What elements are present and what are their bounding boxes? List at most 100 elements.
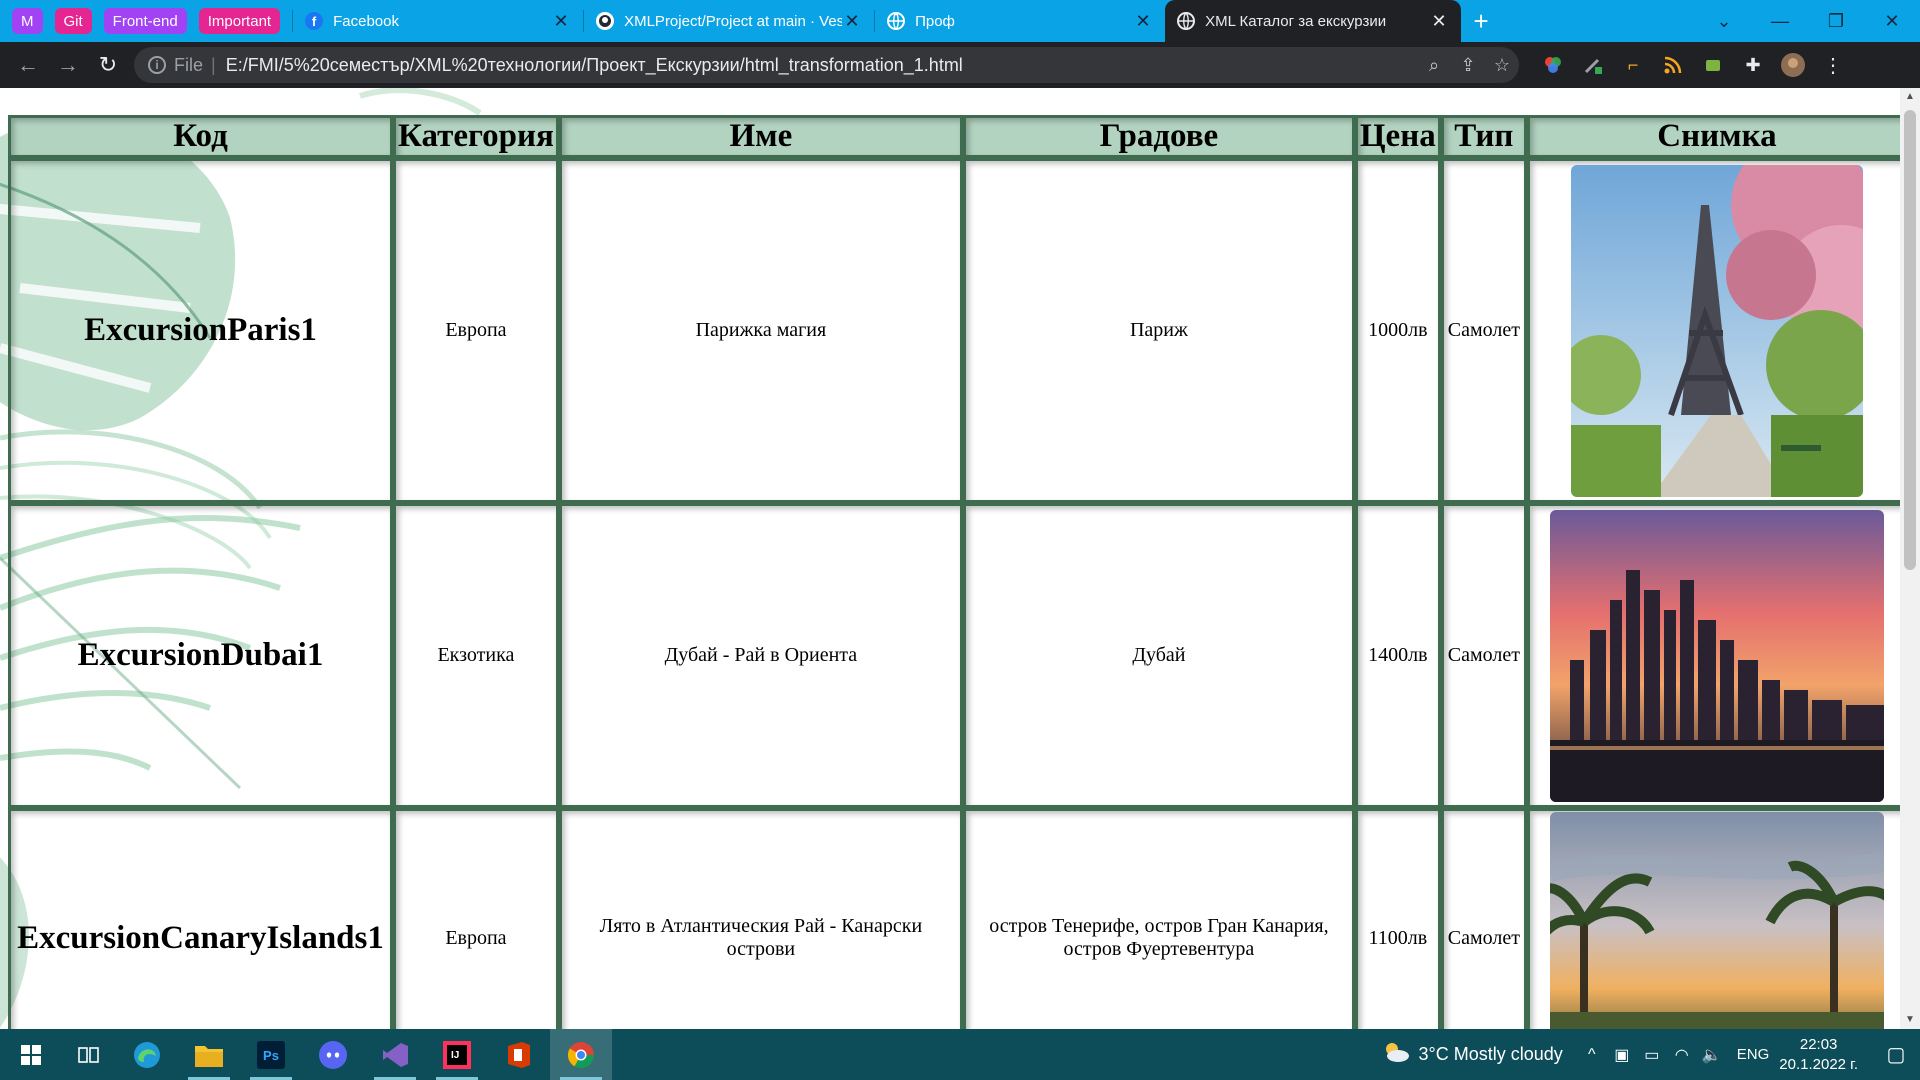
- system-tray: 3°C Mostly cloudy ^ ▣ ▭ ◠ 🔈 ENG 22:03 20…: [1381, 1029, 1920, 1080]
- edge-browser-icon[interactable]: [116, 1029, 178, 1080]
- discord-icon[interactable]: [302, 1029, 364, 1080]
- tab-group-label: Front-end: [112, 12, 178, 30]
- file-explorer-icon[interactable]: [178, 1029, 240, 1080]
- cell-type: Самолет: [1440, 503, 1527, 808]
- cell-price: 1400лв: [1354, 503, 1441, 808]
- reload-button[interactable]: ↻: [88, 45, 128, 85]
- scroll-down-arrow[interactable]: ▼: [1900, 1011, 1920, 1029]
- cell-category: Екзотика: [393, 503, 559, 808]
- office-icon[interactable]: [488, 1029, 550, 1080]
- volume-icon[interactable]: 🔈: [1697, 1045, 1727, 1065]
- tab-strip: M Git Front-end Important f Facebook ✕ X…: [0, 0, 1920, 42]
- tab-group-label: Important: [207, 12, 272, 30]
- weather-cloud-icon[interactable]: [1381, 1040, 1411, 1069]
- tab-group-label: M: [21, 12, 34, 30]
- url-text[interactable]: E:/FMI/5%20семестър/XML%20технологии/Про…: [226, 55, 1417, 76]
- tab-title: Facebook: [333, 12, 399, 30]
- tab-prof[interactable]: Проф ✕: [875, 0, 1165, 42]
- cell-photo: [1526, 503, 1907, 808]
- share-icon[interactable]: ⇪: [1451, 55, 1485, 76]
- excursions-table: Код Категория Име Градове Цена Тип Снимк…: [8, 115, 1907, 1029]
- browser-toolbar: ← → ↻ i File | E:/FMI/5%20семестър/XML%2…: [0, 42, 1920, 88]
- close-icon[interactable]: ✕: [842, 11, 862, 32]
- column-header-cities: Градове: [962, 115, 1355, 158]
- tab-title: Проф: [915, 12, 955, 30]
- pen-extension-icon[interactable]: [1573, 45, 1613, 85]
- minimize-button[interactable]: —: [1752, 0, 1808, 42]
- cell-cities: Дубай: [962, 503, 1355, 808]
- close-window-button[interactable]: ✕: [1864, 0, 1920, 42]
- canary-palms-sunset-photo: [1549, 812, 1884, 1029]
- intellij-idea-icon[interactable]: IJ: [426, 1029, 488, 1080]
- svg-text:f: f: [312, 14, 317, 29]
- forward-button[interactable]: →: [48, 45, 88, 85]
- notifications-icon[interactable]: ▢: [1872, 1042, 1920, 1067]
- visual-studio-icon[interactable]: [364, 1029, 426, 1080]
- bookmark-star-icon[interactable]: ☆: [1485, 55, 1519, 76]
- globe-icon: [1177, 12, 1196, 30]
- start-button[interactable]: [0, 1029, 62, 1080]
- hammer-extension-icon[interactable]: ⌐: [1613, 45, 1653, 85]
- url-scheme: File: [174, 54, 204, 75]
- scroll-up-arrow[interactable]: ▲: [1900, 88, 1920, 106]
- rss-icon[interactable]: [1653, 45, 1693, 85]
- task-view-icon[interactable]: [62, 1029, 116, 1080]
- color-picker-extension-icon[interactable]: [1533, 45, 1573, 85]
- tab-group-front-end[interactable]: Front-end: [103, 8, 187, 34]
- cell-code: ExcursionParis1: [8, 158, 393, 503]
- cell-code: ExcursionDubai1: [8, 503, 393, 808]
- tab-group-label: Git: [63, 12, 83, 30]
- cell-photo: [1526, 158, 1907, 503]
- cell-type: Самолет: [1440, 158, 1527, 503]
- scrollbar-thumb[interactable]: [1904, 110, 1916, 570]
- close-icon[interactable]: ✕: [551, 11, 571, 32]
- clock-time: 22:03: [1799, 1035, 1838, 1053]
- zoom-icon[interactable]: ⌕: [1417, 55, 1451, 76]
- address-bar[interactable]: i File | E:/FMI/5%20семестър/XML%20техно…: [134, 47, 1519, 83]
- column-header-code: Код: [8, 115, 393, 158]
- table-row: ExcursionParis1 Европа Парижка магия Пар…: [8, 158, 1907, 503]
- close-icon[interactable]: ✕: [1133, 11, 1153, 32]
- url-separator: |: [211, 54, 216, 75]
- extensions-puzzle-icon[interactable]: ✚: [1733, 45, 1773, 85]
- cell-name: Дубай - Рай в Ориента: [558, 503, 963, 808]
- cell-category: Европа: [393, 808, 559, 1029]
- page-scrollbar[interactable]: ▲ ▼: [1900, 88, 1920, 1029]
- tab-title: XML Каталог за екскурзии: [1205, 12, 1387, 30]
- photoshop-icon[interactable]: Ps: [240, 1029, 302, 1080]
- page-viewport: Код Категория Име Градове Цена Тип Снимк…: [0, 88, 1920, 1029]
- column-header-price: Цена: [1354, 115, 1441, 158]
- tab-group-git[interactable]: Git: [54, 8, 92, 34]
- close-icon[interactable]: ✕: [1429, 11, 1449, 32]
- back-button[interactable]: ←: [8, 45, 48, 85]
- info-icon[interactable]: i: [148, 56, 166, 74]
- device-icon[interactable]: ▣: [1607, 1045, 1637, 1065]
- tab-xml-catalog[interactable]: XML Каталог за екскурзии ✕: [1165, 0, 1462, 42]
- globe-icon: [887, 12, 906, 30]
- weather-text[interactable]: 3°C Mostly cloudy: [1419, 1044, 1563, 1065]
- facebook-icon: f: [305, 12, 324, 30]
- clock[interactable]: 22:03 20.1.2022 г.: [1779, 1035, 1858, 1075]
- new-tab-button[interactable]: +: [1461, 0, 1501, 42]
- github-icon: [596, 12, 615, 30]
- wifi-icon[interactable]: ◠: [1667, 1045, 1697, 1065]
- cell-price: 1000лв: [1354, 158, 1441, 503]
- green-extension-icon[interactable]: [1693, 45, 1733, 85]
- more-menu-icon[interactable]: ⋮: [1813, 45, 1853, 85]
- cell-code: ExcursionCanaryIslands1: [8, 808, 393, 1029]
- chevron-up-icon[interactable]: ^: [1577, 1046, 1607, 1064]
- tab-facebook[interactable]: f Facebook ✕: [293, 0, 583, 42]
- input-language[interactable]: ENG: [1737, 1046, 1770, 1063]
- tab-group-important[interactable]: Important: [198, 8, 281, 34]
- tab-search-icon[interactable]: ⌄: [1696, 0, 1752, 42]
- restore-button[interactable]: ❐: [1808, 0, 1864, 42]
- column-header-name: Име: [558, 115, 963, 158]
- cell-category: Европа: [393, 158, 559, 503]
- battery-icon[interactable]: ▭: [1637, 1045, 1667, 1065]
- chrome-icon[interactable]: [550, 1029, 612, 1080]
- tab-group-m[interactable]: M: [12, 8, 43, 34]
- svg-text:IJ: IJ: [451, 1050, 459, 1061]
- dubai-skyline-sunset-photo: [1549, 509, 1884, 802]
- profile-avatar[interactable]: [1773, 45, 1813, 85]
- tab-xmlproject[interactable]: XMLProject/Project at main · Ves ✕: [584, 0, 874, 42]
